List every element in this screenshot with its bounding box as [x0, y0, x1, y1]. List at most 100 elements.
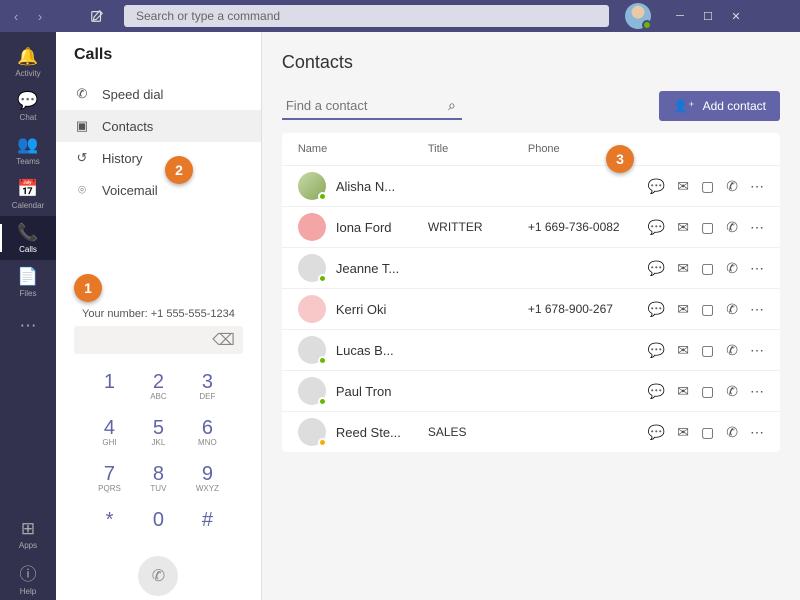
key-star[interactable]: *: [86, 502, 133, 546]
call-action-icon[interactable]: ✆: [726, 178, 738, 195]
find-contact-input[interactable]: [282, 92, 462, 120]
table-row[interactable]: Iona Ford WRITTER +1 669-736-0082 💬 ✉ ▢ …: [282, 206, 780, 247]
more-action-icon[interactable]: ⋯: [750, 301, 764, 318]
minimize-button[interactable]: ─: [667, 5, 693, 27]
key-2[interactable]: 2ABC: [135, 364, 182, 408]
contact-name: Iona Ford: [336, 220, 428, 235]
contacts-icon: ▣: [74, 118, 90, 134]
search-icon[interactable]: ⌕: [448, 97, 456, 114]
video-action-icon[interactable]: ▢: [701, 424, 714, 441]
chat-action-icon[interactable]: 💬: [648, 301, 665, 318]
files-icon: 📄: [17, 267, 38, 287]
col-header-title[interactable]: Title: [428, 143, 528, 155]
key-9[interactable]: 9WXYZ: [184, 456, 231, 500]
more-icon: ⋯: [20, 316, 37, 336]
chat-action-icon[interactable]: 💬: [648, 178, 665, 195]
key-8[interactable]: 8TUV: [135, 456, 182, 500]
key-hash[interactable]: #: [184, 502, 231, 546]
backspace-icon[interactable]: ⌫: [212, 330, 235, 350]
rail-activity[interactable]: 🔔Activity: [0, 40, 56, 84]
video-action-icon[interactable]: ▢: [701, 383, 714, 400]
calls-panel-title: Calls: [56, 32, 261, 74]
rail-calls[interactable]: 📞Calls: [0, 216, 56, 260]
chat-action-icon[interactable]: 💬: [648, 219, 665, 236]
maximize-button[interactable]: ☐: [695, 5, 721, 27]
video-action-icon[interactable]: ▢: [701, 301, 714, 318]
more-action-icon[interactable]: ⋯: [750, 260, 764, 277]
menu-contacts[interactable]: ▣Contacts: [56, 110, 261, 142]
table-row[interactable]: Lucas B... 💬 ✉ ▢ ✆ ⋯: [282, 329, 780, 370]
email-action-icon[interactable]: ✉: [677, 342, 689, 359]
calls-panel: Calls ✆Speed dial ▣Contacts ↺History ⌾Vo…: [56, 32, 262, 600]
add-contact-button[interactable]: 👤⁺Add contact: [659, 91, 780, 121]
dial-input[interactable]: ⌫: [74, 326, 243, 354]
col-header-name[interactable]: Name: [298, 143, 428, 155]
key-6[interactable]: 6MNO: [184, 410, 231, 454]
more-action-icon[interactable]: ⋯: [750, 342, 764, 359]
key-5[interactable]: 5JKL: [135, 410, 182, 454]
contact-name: Paul Tron: [336, 384, 428, 399]
more-action-icon[interactable]: ⋯: [750, 178, 764, 195]
avatar: [298, 254, 326, 282]
app-rail: 🔔Activity 💬Chat 👥Teams 📅Calendar 📞Calls …: [0, 32, 56, 600]
user-avatar[interactable]: [625, 3, 651, 29]
more-action-icon[interactable]: ⋯: [750, 383, 764, 400]
call-action-icon[interactable]: ✆: [726, 219, 738, 236]
email-action-icon[interactable]: ✉: [677, 260, 689, 277]
chat-action-icon[interactable]: 💬: [648, 424, 665, 441]
rail-chat[interactable]: 💬Chat: [0, 84, 56, 128]
email-action-icon[interactable]: ✉: [677, 219, 689, 236]
call-action-icon[interactable]: ✆: [726, 342, 738, 359]
dial-call-button[interactable]: ✆: [138, 556, 178, 596]
search-input[interactable]: Search or type a command: [124, 5, 609, 27]
menu-history[interactable]: ↺History: [56, 142, 261, 174]
video-action-icon[interactable]: ▢: [701, 178, 714, 195]
table-row[interactable]: Paul Tron 💬 ✉ ▢ ✆ ⋯: [282, 370, 780, 411]
call-action-icon[interactable]: ✆: [726, 301, 738, 318]
key-1[interactable]: 1: [86, 364, 133, 408]
contact-name: Jeanne T...: [336, 261, 428, 276]
annotation-callout-2: 2: [165, 156, 193, 184]
titlebar: ‹ › Search or type a command ─ ☐ ✕: [0, 0, 800, 32]
rail-calendar[interactable]: 📅Calendar: [0, 172, 56, 216]
rail-files[interactable]: 📄Files: [0, 260, 56, 304]
contact-name: Lucas B...: [336, 343, 428, 358]
contact-name: Alisha N...: [336, 179, 428, 194]
rail-teams[interactable]: 👥Teams: [0, 128, 56, 172]
call-action-icon[interactable]: ✆: [726, 383, 738, 400]
rail-apps[interactable]: ⊞Apps: [0, 512, 56, 556]
close-button[interactable]: ✕: [723, 5, 749, 27]
key-4[interactable]: 4GHI: [86, 410, 133, 454]
email-action-icon[interactable]: ✉: [677, 178, 689, 195]
table-row[interactable]: Kerri Oki +1 678-900-267 💬 ✉ ▢ ✆ ⋯: [282, 288, 780, 329]
video-action-icon[interactable]: ▢: [701, 260, 714, 277]
more-action-icon[interactable]: ⋯: [750, 219, 764, 236]
table-row[interactable]: Reed Ste... SALES 💬 ✉ ▢ ✆ ⋯: [282, 411, 780, 452]
main-content: Contacts ⌕ 👤⁺Add contact Name Title Phon…: [262, 32, 800, 600]
menu-voicemail[interactable]: ⌾Voicemail: [56, 174, 261, 206]
table-row[interactable]: Jeanne T... 💬 ✉ ▢ ✆ ⋯: [282, 247, 780, 288]
page-title: Contacts: [282, 46, 780, 91]
nav-back-button[interactable]: ‹: [6, 6, 26, 26]
table-row[interactable]: Alisha N... 💬 ✉ ▢ ✆ ⋯: [282, 165, 780, 206]
video-action-icon[interactable]: ▢: [701, 342, 714, 359]
chat-action-icon[interactable]: 💬: [648, 342, 665, 359]
key-3[interactable]: 3DEF: [184, 364, 231, 408]
more-action-icon[interactable]: ⋯: [750, 424, 764, 441]
key-7[interactable]: 7PQRS: [86, 456, 133, 500]
call-action-icon[interactable]: ✆: [726, 260, 738, 277]
email-action-icon[interactable]: ✉: [677, 383, 689, 400]
email-action-icon[interactable]: ✉: [677, 424, 689, 441]
call-action-icon[interactable]: ✆: [726, 424, 738, 441]
nav-forward-button[interactable]: ›: [30, 6, 50, 26]
key-0[interactable]: 0: [135, 502, 182, 546]
rail-more[interactable]: ⋯: [0, 304, 56, 348]
compose-icon[interactable]: [86, 5, 108, 27]
video-action-icon[interactable]: ▢: [701, 219, 714, 236]
rail-help[interactable]: ⓘHelp: [0, 556, 56, 600]
chat-action-icon[interactable]: 💬: [648, 260, 665, 277]
chat-action-icon[interactable]: 💬: [648, 383, 665, 400]
email-action-icon[interactable]: ✉: [677, 301, 689, 318]
contact-phone: +1 678-900-267: [528, 302, 648, 316]
menu-speed-dial[interactable]: ✆Speed dial: [56, 78, 261, 110]
